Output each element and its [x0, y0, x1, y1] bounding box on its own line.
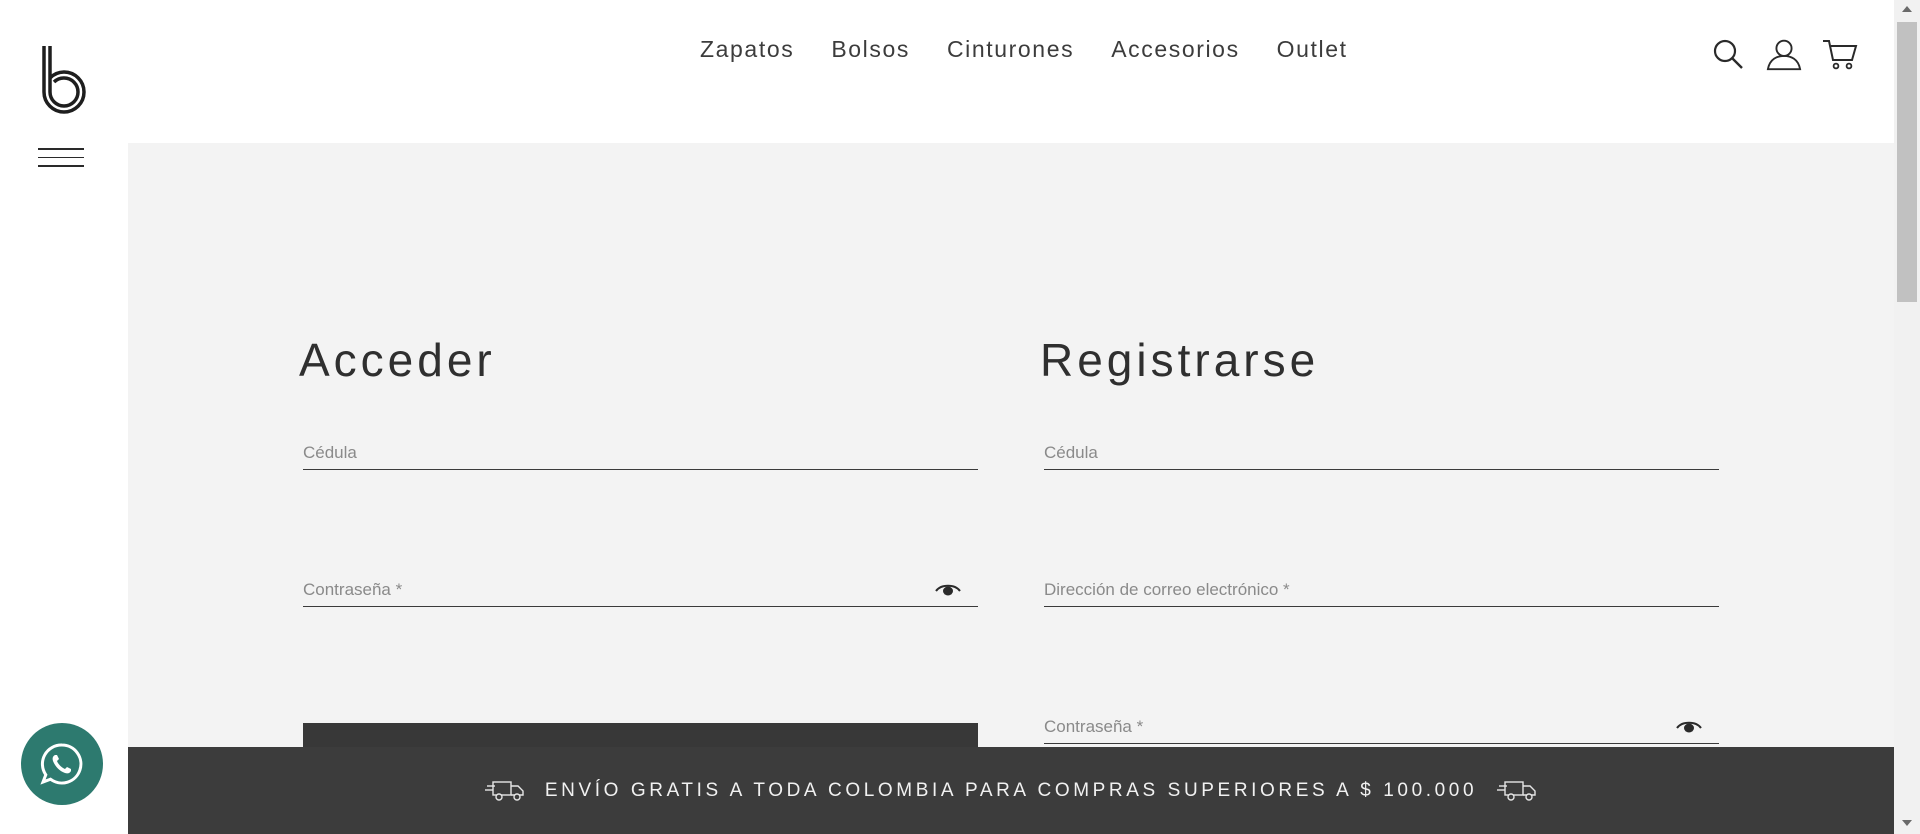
login-title: Acceder: [299, 334, 496, 386]
header: Zapatos Bolsos Cinturones Accesorios Out…: [128, 0, 1894, 143]
free-shipping-text: ENVÍO GRATIS A TODA COLOMBIA PARA COMPRA…: [544, 779, 1478, 801]
login-password-input[interactable]: [303, 567, 978, 605]
account-forms-area: Acceder Registrarse: [128, 143, 1894, 763]
login-cedula-input[interactable]: [303, 430, 978, 468]
register-title: Registrarse: [1040, 334, 1320, 386]
login-cedula-field: [303, 430, 978, 470]
whatsapp-chat-button[interactable]: [21, 723, 103, 805]
nav-item-zapatos[interactable]: Zapatos: [700, 36, 794, 63]
nav-item-cinturones[interactable]: Cinturones: [947, 36, 1074, 63]
whatsapp-icon: [40, 743, 83, 785]
nav-item-outlet[interactable]: Outlet: [1277, 36, 1348, 63]
search-icon[interactable]: [1710, 36, 1746, 72]
register-email-input[interactable]: [1044, 567, 1719, 605]
delivery-truck-icon: [1497, 780, 1537, 802]
delivery-truck-icon: [484, 780, 525, 802]
nav-item-bolsos[interactable]: Bolsos: [831, 36, 910, 63]
brand-logo[interactable]: [38, 44, 86, 116]
register-password-field: [1044, 704, 1719, 744]
menu-hamburger-button[interactable]: [38, 148, 84, 172]
scroll-up-arrow-icon[interactable]: [1902, 6, 1912, 12]
main-nav: Zapatos Bolsos Cinturones Accesorios Out…: [700, 36, 1385, 63]
login-password-field: [303, 567, 978, 607]
header-icons: [1710, 36, 1858, 72]
sidebar: [0, 0, 128, 834]
show-register-password-eye-icon[interactable]: [1675, 718, 1703, 734]
register-cedula-field: [1044, 430, 1719, 470]
page-scrollbar[interactable]: [1894, 0, 1920, 834]
show-password-eye-icon[interactable]: [934, 581, 962, 597]
nav-item-accesorios[interactable]: Accesorios: [1111, 36, 1239, 63]
scroll-down-arrow-icon[interactable]: [1902, 820, 1912, 826]
register-password-input[interactable]: [1044, 704, 1719, 742]
scrollbar-thumb[interactable]: [1897, 22, 1917, 302]
register-email-field: [1044, 567, 1719, 607]
free-shipping-banner: ENVÍO GRATIS A TODA COLOMBIA PARA COMPRA…: [128, 747, 1894, 834]
register-cedula-input[interactable]: [1044, 430, 1719, 468]
cart-icon[interactable]: [1822, 36, 1858, 72]
user-icon[interactable]: [1766, 36, 1802, 72]
